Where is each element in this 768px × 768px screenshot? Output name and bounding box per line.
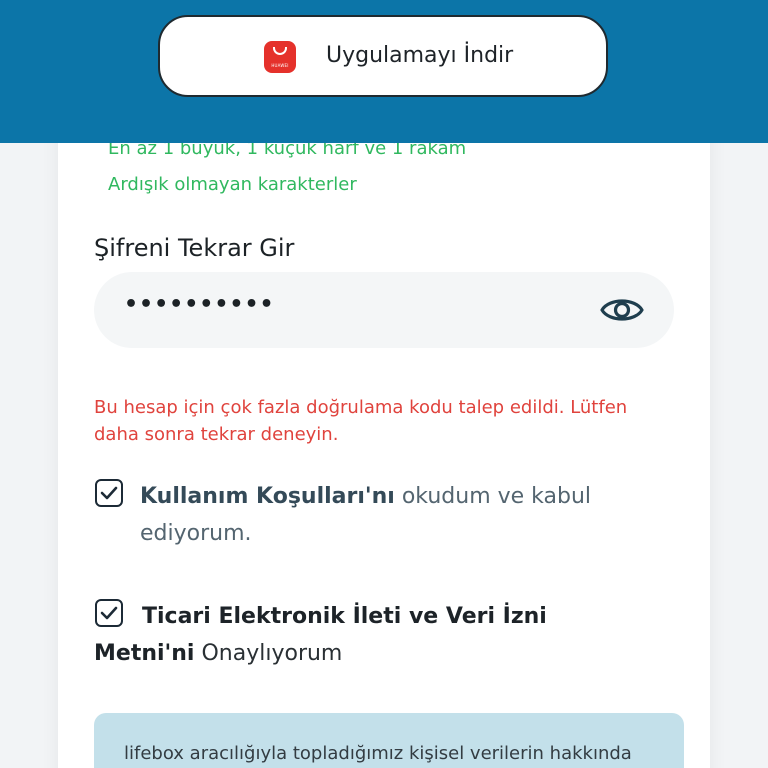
- repeat-password-label: Şifreni Tekrar Gir: [94, 234, 295, 262]
- download-app-button[interactable]: HUAWEI Uygulamayı İndir: [158, 15, 608, 97]
- store-brand-text: HUAWEI: [271, 63, 289, 68]
- terms-of-use-link[interactable]: Kullanım Koşulları'nı: [140, 484, 395, 509]
- password-rule-sequential: Ardışık olmayan karakterler: [108, 174, 357, 195]
- download-app-label: Uygulamayı İndir: [326, 43, 514, 68]
- repeat-password-value: ••••••••••: [124, 292, 275, 317]
- terms-checkbox[interactable]: [95, 479, 123, 507]
- repeat-password-input[interactable]: ••••••••••: [94, 272, 674, 348]
- commercial-consent-rest: Onaylıyorum: [194, 641, 343, 666]
- checkmark-icon: [100, 486, 118, 500]
- huawei-appgallery-icon: HUAWEI: [264, 41, 296, 73]
- commercial-consent-text: Ticari Elektronik İleti ve Veri İzni Met…: [94, 598, 654, 672]
- app-download-banner: HUAWEI Uygulamayı İndir: [0, 0, 768, 143]
- eye-icon[interactable]: [599, 290, 645, 330]
- verification-error-message: Bu hesap için çok fazla doğrulama kodu t…: [94, 397, 628, 445]
- privacy-info-box: lifebox aracılığıyla topladığımız kişise…: [94, 713, 684, 768]
- privacy-info-text: lifebox aracılığıyla topladığımız kişise…: [124, 743, 632, 764]
- signup-page: En az 1 büyük, 1 küçük harf ve 1 rakam A…: [0, 0, 768, 768]
- terms-consent-text: Kullanım Koşulları'nı okudum ve kabul ed…: [140, 478, 640, 552]
